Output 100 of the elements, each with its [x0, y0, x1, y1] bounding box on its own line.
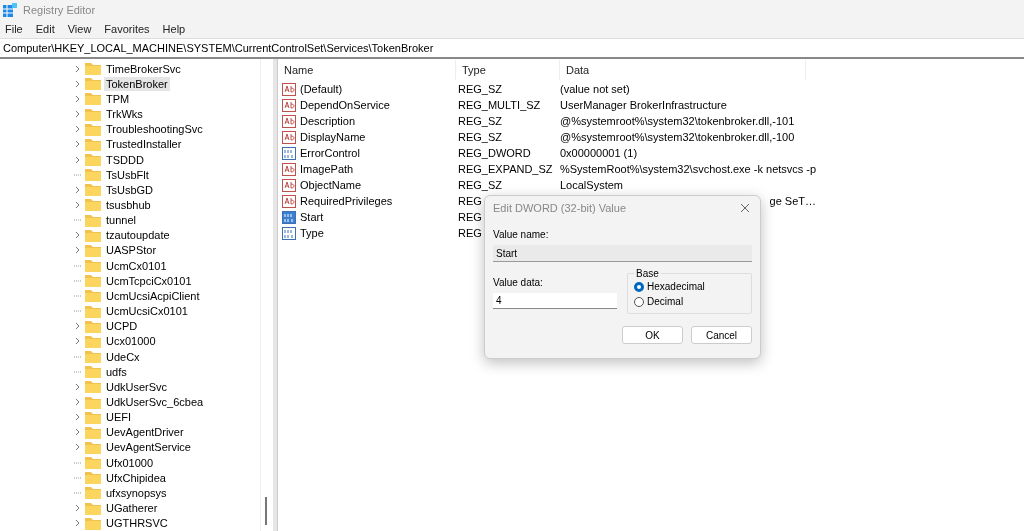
value-name[interactable]: ErrorControl	[298, 147, 360, 159]
tree-line	[73, 173, 82, 176]
radio-label[interactable]: Hexadecimal	[647, 281, 705, 292]
tree-item[interactable]: UdkUserSvc_6cbea	[104, 395, 206, 409]
tree-item[interactable]: TimeBrokerSvc	[104, 61, 183, 76]
tree-line	[73, 219, 82, 222]
tree-line	[73, 294, 82, 297]
menu-item[interactable]: Favorites	[104, 23, 150, 35]
column-header[interactable]: Name	[278, 60, 456, 80]
tree-item[interactable]: UcmCx0101	[104, 258, 169, 273]
tree-line	[73, 355, 82, 358]
folder-icon	[85, 183, 101, 197]
tree-item[interactable]: UASPStor	[104, 243, 159, 258]
tree-item[interactable]: UevAgentDriver	[104, 425, 186, 440]
value-data: UserManager BrokerInfrastructure	[560, 99, 727, 111]
value-data: @%systemroot%\system32\tokenbroker.dll,-100	[560, 131, 795, 143]
tree-item[interactable]: TsUsbFlt	[104, 167, 151, 182]
tree-item[interactable]: UGatherer	[104, 501, 160, 516]
value-name-field[interactable]: Start	[493, 245, 752, 262]
value-name[interactable]: RequiredPrivileges	[298, 195, 393, 207]
menu-item[interactable]: Edit	[35, 23, 55, 35]
radio-label[interactable]: Decimal	[647, 296, 684, 307]
folder-icon	[85, 425, 101, 439]
tree-item[interactable]: TroubleshootingSvc	[104, 122, 205, 137]
tree-item[interactable]: UEFI	[104, 410, 134, 425]
value-data: ge SeT…	[769, 195, 816, 207]
dialog-title: Edit DWORD (32-bit) Value	[493, 202, 627, 214]
tree-item[interactable]: TsUsbGD	[104, 182, 156, 197]
tree-item[interactable]: TrustedInstaller	[104, 137, 184, 152]
field-label: Value data:	[493, 277, 544, 288]
radio-button[interactable]	[634, 281, 644, 292]
folder-icon	[85, 137, 101, 151]
dialog-button[interactable]: Cancel	[691, 326, 752, 344]
tree-item[interactable]: udfs	[104, 364, 129, 379]
folder-icon	[85, 319, 101, 333]
folder-icon	[85, 228, 101, 242]
tree-item[interactable]: TPM	[104, 91, 132, 106]
menu-item[interactable]: File	[5, 23, 23, 35]
tree-item[interactable]: UcmUcsiCx0101	[104, 304, 190, 319]
value-name[interactable]: Type	[298, 227, 324, 239]
value-data: %SystemRoot%\system32\svchost.exe -k netsvcs -p	[560, 163, 817, 175]
tree-item[interactable]: UCPD	[104, 319, 140, 334]
folder-icon	[85, 441, 101, 454]
folder-icon	[85, 501, 101, 515]
folder-icon	[85, 289, 101, 303]
value-type: REG	[457, 195, 482, 207]
value-name[interactable]: DependOnService	[298, 99, 390, 111]
tree-item[interactable]: Ucx01000	[104, 334, 158, 349]
close-button[interactable]	[738, 201, 752, 215]
tree-line	[73, 279, 82, 282]
menu-item[interactable]: Help	[162, 23, 186, 35]
folder-icon	[85, 62, 101, 76]
folder-icon	[85, 107, 101, 121]
value-type: REG_SZ	[457, 179, 502, 191]
tree-line	[73, 491, 82, 494]
tree-line	[73, 264, 82, 267]
tree-item[interactable]: tsusbhub	[104, 198, 153, 212]
tree-item[interactable]: UdkUserSvc	[104, 379, 170, 394]
tree-item[interactable]: TokenBroker	[104, 76, 170, 91]
value-type: REG_SZ	[457, 115, 502, 127]
value-data-field[interactable]: 4	[493, 293, 617, 309]
tree-item[interactable]: UevAgentService	[104, 440, 193, 455]
column-header[interactable]: Data	[560, 60, 806, 80]
tree-item[interactable]: TSDDD	[104, 152, 146, 167]
value-type: REG_SZ	[457, 83, 502, 95]
folder-icon	[85, 122, 101, 136]
value-name[interactable]: ObjectName	[298, 179, 362, 191]
tree-line	[73, 370, 82, 373]
tree-item[interactable]: ufxsynopsys	[104, 485, 169, 500]
radio-button[interactable]	[634, 296, 644, 307]
folder-icon	[85, 380, 101, 394]
folder-icon	[85, 259, 101, 273]
value-name[interactable]: DisplayName	[298, 131, 366, 143]
tree-item[interactable]: UGTHRSVC	[104, 516, 170, 531]
value-name[interactable]: ImagePath	[298, 163, 354, 175]
value-data: (value not set)	[560, 83, 630, 95]
folder-icon	[85, 456, 101, 470]
value-name[interactable]: Description	[298, 115, 356, 127]
dialog-button[interactable]: OK	[622, 326, 683, 344]
value-name[interactable]: (Default)	[298, 83, 343, 95]
folder-icon	[85, 471, 101, 485]
tree-item[interactable]: UcmUcsiAcpiClient	[104, 288, 202, 303]
menu-item[interactable]: View	[67, 23, 92, 35]
value-type: REG_SZ	[457, 131, 502, 143]
tree-item[interactable]: Ufx01000	[104, 455, 156, 470]
tree-item[interactable]: UcmTcpciCx0101	[104, 273, 194, 288]
folder-icon	[85, 92, 101, 106]
column-header[interactable]: Type	[456, 60, 560, 80]
window-title: Registry Editor	[23, 4, 96, 16]
tree-item[interactable]: tzautoupdate	[104, 228, 172, 243]
tree-item[interactable]: UdeCx	[104, 349, 142, 364]
value-name[interactable]: Start	[298, 211, 324, 223]
value-data: 0x00000001 (1)	[560, 147, 638, 159]
tree-item[interactable]: tunnel	[104, 213, 138, 228]
folder-icon	[85, 243, 101, 257]
address-bar[interactable]: Computer\HKEY_LOCAL_MACHINE\SYSTEM\CurrentControlSet\Services\TokenBroker	[0, 38, 1024, 59]
tree-item[interactable]: TrkWks	[104, 107, 145, 122]
value-type: REG	[457, 211, 482, 223]
tree-item[interactable]: UfxChipidea	[104, 470, 168, 485]
folder-icon	[85, 350, 101, 364]
